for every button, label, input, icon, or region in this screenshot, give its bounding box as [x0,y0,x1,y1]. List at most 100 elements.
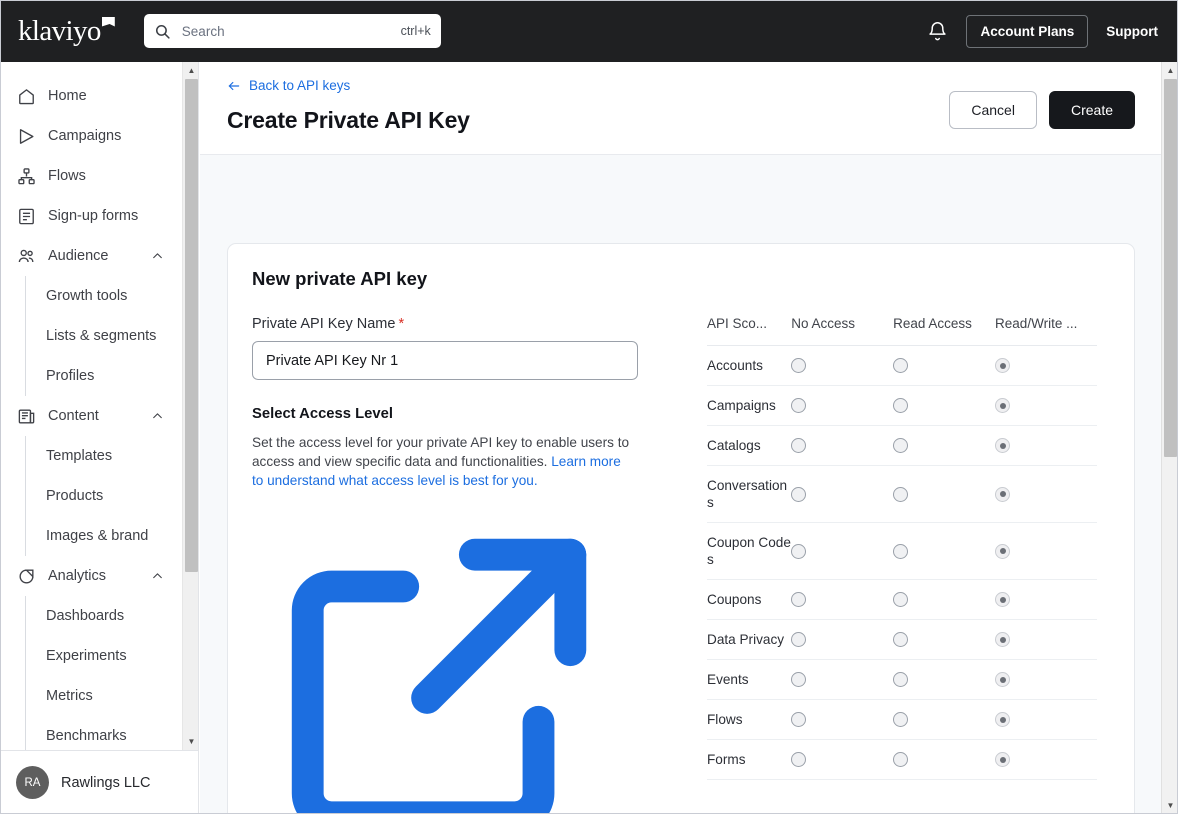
radio-read-access[interactable] [893,712,909,727]
sidebar-item-products[interactable]: Products [26,476,182,516]
table-header-row: API Sco... No Access Read Access Read/Wr… [707,316,1097,346]
sidebar-item-campaigns[interactable]: Campaigns [0,116,182,156]
table-row: Coupons [707,579,1097,620]
radio-read-write[interactable] [995,486,1011,502]
radio-no-access[interactable] [791,486,807,502]
scope-name-cell: Forms [707,739,792,780]
scroll-down-arrow-icon[interactable]: ▼ [1162,797,1178,814]
account-plans-button[interactable]: Account Plans [966,14,1089,48]
scope-name-cell: Data Privacy [707,619,792,660]
sidebar-item-templates[interactable]: Templates [26,436,182,476]
top-bar-actions: Account Plans Support [927,14,1158,48]
radio-read-write[interactable] [995,632,1011,647]
scope-read-access-cell [893,659,996,700]
sidebar-scrollbar[interactable]: ▲ ▼ [182,62,198,750]
analytics-icon [17,567,36,586]
sidebar-item-dashboards[interactable]: Dashboards [26,596,182,636]
sidebar-subitem-label: Profiles [46,368,95,384]
api-key-name-input[interactable] [252,341,638,380]
radio-read-write[interactable] [995,752,1011,767]
radio-read-access[interactable] [893,672,909,687]
radio-no-access[interactable] [791,398,807,413]
search-input[interactable] [179,22,401,40]
scope-read-write-cell [995,425,1097,466]
scroll-up-arrow-icon[interactable]: ▲ [183,62,198,79]
sidebar-scrollbar-thumb[interactable] [185,79,198,572]
scope-no-access-cell [791,522,894,580]
sidebar-item-experiments[interactable]: Experiments [26,636,182,676]
radio-read-access[interactable] [893,632,909,647]
scroll-up-arrow-icon[interactable]: ▲ [1162,62,1178,79]
radio-no-access[interactable] [791,632,807,647]
sidebar-item-content[interactable]: Content [0,396,182,436]
back-to-api-keys-link[interactable]: Back to API keys [227,78,350,93]
search-box[interactable]: ctrl+k [143,14,441,48]
sidebar-item-audience[interactable]: Audience [0,236,182,276]
scope-read-write-cell [995,739,1097,780]
sidebar-item-label: Home [48,88,87,104]
radio-no-access[interactable] [791,712,807,727]
sidebar-item-metrics[interactable]: Metrics [26,676,182,716]
radio-read-access[interactable] [893,438,909,453]
create-button[interactable]: Create [1048,91,1135,129]
table-row: Events [707,659,1097,700]
radio-read-write[interactable] [995,592,1011,607]
main-scrollbar[interactable]: ▲ ▼ [1161,62,1178,814]
radio-no-access[interactable] [791,438,807,453]
radio-no-access[interactable] [791,358,807,373]
scope-no-access-cell [791,425,894,466]
radio-no-access[interactable] [791,543,807,559]
bell-icon[interactable] [927,21,948,42]
sidebar-subitem-label: Products [46,488,104,504]
table-row: Forms [707,739,1097,780]
sidebar-item-benchmarks[interactable]: Benchmarks [26,716,182,750]
back-link-label: Back to API keys [249,78,351,93]
radio-read-write[interactable] [995,712,1011,727]
radio-read-access[interactable] [893,398,909,413]
radio-read-write[interactable] [995,358,1011,373]
sidebar-item-images-brand[interactable]: Images & brand [26,516,182,556]
scope-no-access-cell [791,345,894,386]
radio-read-write[interactable] [995,672,1011,687]
api-scopes-column: API Sco... No Access Read Access Read/Wr… [662,316,1110,814]
new-api-key-card: New private API key Private API Key Name… [227,243,1135,814]
sidebar-subitem-label: Experiments [46,648,127,664]
radio-read-access[interactable] [893,486,909,502]
radio-read-write[interactable] [995,543,1011,559]
scroll-down-arrow-icon[interactable]: ▼ [183,733,198,750]
sidebar-subitem-label: Lists & segments [46,328,157,344]
radio-no-access[interactable] [791,672,807,687]
radio-read-write[interactable] [995,398,1011,413]
sidebar-subnav-content: Templates Products Images & brand [25,436,182,556]
chevron-up-icon[interactable] [151,250,164,263]
chevron-up-icon[interactable] [151,410,164,423]
klaviyo-logo[interactable]: klaviyo [18,15,115,48]
radio-read-access[interactable] [893,752,909,767]
sidebar-item-growth-tools[interactable]: Growth tools [26,276,182,316]
chevron-up-icon[interactable] [151,570,164,583]
arrow-left-icon [227,79,241,93]
cancel-button[interactable]: Cancel [949,91,1037,129]
sidebar-item-flows[interactable]: Flows [0,156,182,196]
radio-no-access[interactable] [791,752,807,767]
avatar-initials: RA [24,776,41,789]
radio-read-access[interactable] [893,543,909,559]
sidebar-item-lists-segments[interactable]: Lists & segments [26,316,182,356]
sidebar-subnav-analytics: Dashboards Experiments Metrics Benchmark… [25,596,182,750]
main-scrollbar-thumb[interactable] [1164,79,1177,457]
access-level-description: Set the access level for your private AP… [252,433,634,814]
radio-no-access[interactable] [791,592,807,607]
radio-read-access[interactable] [893,358,909,373]
sidebar-subnav-audience: Growth tools Lists & segments Profiles [25,276,182,396]
support-link[interactable]: Support [1106,24,1158,39]
sidebar-item-profiles[interactable]: Profiles [26,356,182,396]
radio-read-access[interactable] [893,592,909,607]
sidebar-subitem-label: Growth tools [46,288,128,304]
radio-read-write[interactable] [995,438,1011,453]
account-switcher[interactable]: RA Rawlings LLC [0,750,198,814]
sidebar-item-home[interactable]: Home [0,76,182,116]
sidebar-item-label: Sign-up forms [48,208,139,224]
sidebar-item-analytics[interactable]: Analytics [0,556,182,596]
scope-read-access-cell [893,522,996,580]
sidebar-item-sign-up-forms[interactable]: Sign-up forms [0,196,182,236]
